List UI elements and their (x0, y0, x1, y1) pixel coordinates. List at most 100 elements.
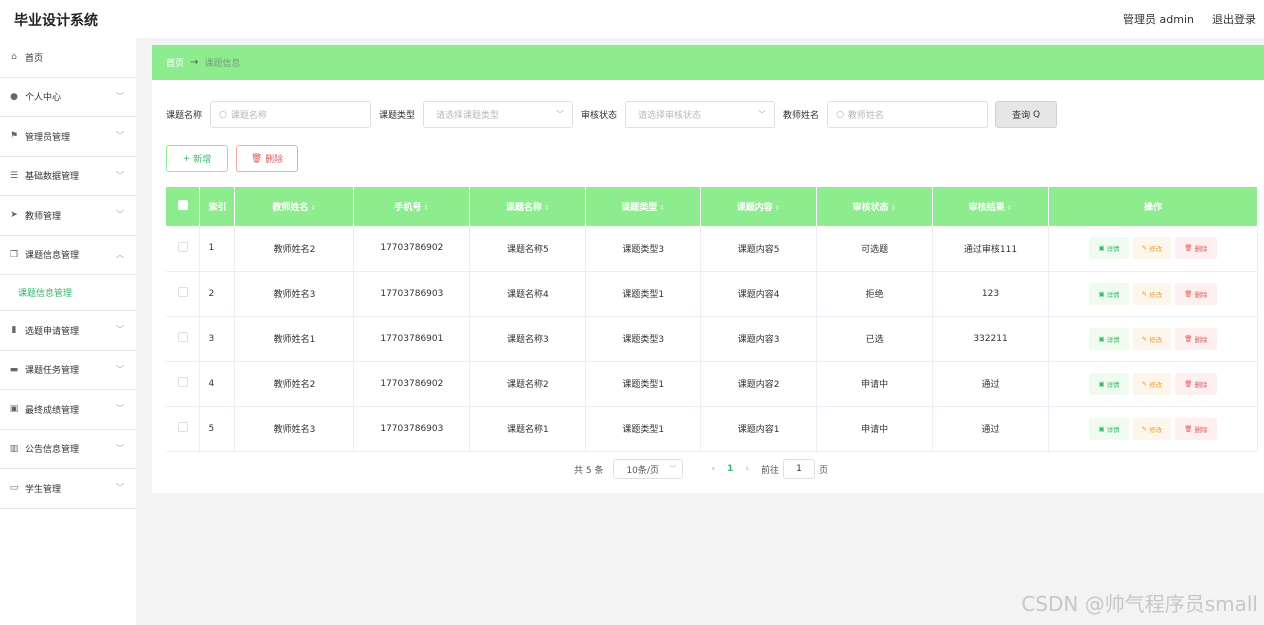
sidebar-item-topic-info[interactable]: ❐ 课题信息管理 ︿ (0, 236, 136, 275)
title-search-input[interactable]: ○ 课题名称 (210, 101, 372, 128)
thumb-icon: ▬ (9, 364, 19, 375)
edit-button[interactable]: ✎ 修改 (1132, 282, 1172, 305)
add-button[interactable]: + 新增 (166, 145, 228, 172)
query-button[interactable]: 查询 Q (995, 101, 1058, 128)
sidebar-item-topic-task[interactable]: ▬ 课题任务管理 ﹀ (0, 351, 136, 390)
page-number[interactable]: 1 (727, 464, 733, 474)
col-topic-name[interactable]: 课题名称 ⇕ (469, 187, 587, 226)
delete-row-button[interactable]: 🗑 删除 (1175, 327, 1217, 350)
table-row: 2 教师姓名3 17703786903 课题名称4 课题类型1 课题内容4 拒绝 123 ▣ 详… (166, 271, 1259, 317)
detail-button[interactable]: ▣ 详情 (1089, 327, 1129, 350)
type-placeholder: 请选择课题类型 (436, 111, 500, 121)
sidebar-item-basic-data[interactable]: ☰ 基础数据管理 ﹀ (0, 157, 136, 196)
status-select[interactable]: 请选择审核状态 ﹀ (625, 101, 776, 128)
goto-unit: 页 (818, 465, 828, 476)
user-icon: ● (10, 91, 18, 102)
sidebar-item-label: 课题任务管理 (25, 366, 80, 377)
cell-topic-content: 课题内容1 (700, 406, 818, 452)
sidebar-subitem-topic-info[interactable]: 课题信息管理 (0, 275, 136, 311)
breadcrumb-home[interactable]: 首页 (166, 56, 184, 69)
sidebar-item-label: 课题信息管理 (25, 251, 80, 262)
page-size-select[interactable]: 10条/页 ﹀ (613, 459, 684, 479)
title-placeholder: 课题名称 (230, 111, 267, 121)
cell-phone: 17703786903 (353, 271, 471, 317)
detail-button[interactable]: ▣ 详情 (1089, 237, 1129, 260)
cell-result: 通过审核111 (932, 226, 1049, 272)
select-all-checkbox[interactable] (166, 187, 201, 226)
delete-button[interactable]: 🗑 删除 (236, 145, 298, 172)
cell-result: 332211 (932, 316, 1049, 362)
goto-label: 前往 (760, 465, 779, 476)
prev-page-button[interactable]: ‹ (711, 464, 715, 474)
edit-button[interactable]: ✎ 修改 (1132, 237, 1172, 260)
cell-topic-name: 课题名称1 (469, 406, 587, 452)
card-icon: ▭ (9, 483, 19, 494)
delete-row-button[interactable]: 🗑 删除 (1175, 417, 1217, 440)
detail-button[interactable]: ▣ 详情 (1089, 417, 1129, 440)
cell-status: 申请中 (816, 406, 934, 452)
sidebar-item-topic-apply[interactable]: ▮ 选题申请管理 ﹀ (0, 311, 136, 351)
sidebar-item-label: 管理员管理 (25, 132, 71, 143)
next-page-button[interactable]: › (745, 464, 749, 474)
copy-icon: ❐ (9, 249, 19, 260)
edit-button[interactable]: ✎ 修改 (1132, 327, 1172, 350)
sidebar-item-notice[interactable]: ▥ 公告信息管理 ﹀ (0, 430, 136, 469)
chevron-down-icon: ﹀ (116, 443, 124, 453)
row-checkbox[interactable] (166, 406, 201, 452)
user-label: 管理员 admin (1123, 13, 1194, 26)
row-checkbox[interactable] (166, 361, 201, 407)
col-topic-type[interactable]: 课题类型 ⇕ (585, 187, 702, 226)
sidebar-item-student[interactable]: ▭ 学生管理 ﹀ (0, 469, 136, 509)
cell-topic-type: 课题类型1 (585, 361, 702, 407)
home-icon: ⌂ (11, 52, 17, 63)
status-placeholder: 请选择审核状态 (638, 111, 702, 121)
col-teacher[interactable]: 教师姓名 ⇕ (234, 187, 355, 226)
col-result[interactable]: 审核结果 ⇕ (932, 187, 1049, 226)
clipboard-icon: ▣ (9, 404, 19, 415)
search-icon: Q (1032, 109, 1041, 120)
breadcrumb-current: 课题信息 (204, 59, 241, 69)
cell-operations: ▣ 详情 ✎ 修改 🗑 删除 (1048, 271, 1259, 317)
total-count: 共 5 条 (574, 465, 604, 476)
edit-button[interactable]: ✎ 修改 (1132, 372, 1172, 395)
sidebar: ⌂ 首页 ● 个人中心 ﹀ ⚑ 管理员管理 ﹀ ☰ 基础数据管理 ﹀ ➤ 教师管理 ﹀ ❐ 课题信息… (0, 38, 136, 625)
sidebar-item-label: 首页 (25, 53, 44, 64)
logout-link[interactable]: 退出登录 (1212, 11, 1256, 27)
row-checkbox[interactable] (166, 226, 201, 272)
cell-topic-type: 课题类型3 (585, 226, 702, 272)
sidebar-item-final-score[interactable]: ▣ 最终成绩管理 ﹀ (0, 390, 136, 430)
cell-phone: 17703786901 (353, 316, 471, 362)
row-checkbox[interactable] (166, 271, 201, 317)
add-label: 新增 (193, 155, 212, 165)
cell-teacher: 教师姓名3 (234, 406, 355, 452)
col-operations: 操作 (1048, 187, 1259, 226)
detail-button[interactable]: ▣ 详情 (1089, 282, 1129, 305)
goto-page-input[interactable]: 1 (782, 459, 815, 479)
col-index: 索引 (199, 187, 236, 226)
cell-topic-content: 课题内容4 (700, 271, 818, 317)
edit-button[interactable]: ✎ 修改 (1132, 417, 1172, 440)
cell-topic-name: 课题名称4 (469, 271, 587, 317)
chevron-up-icon: ︿ (116, 249, 124, 259)
table-row: 1 教师姓名2 17703786902 课题名称5 课题类型3 课题内容5 可选题 通过审核1… (166, 226, 1259, 272)
flag-icon: ⚑ (9, 131, 19, 142)
delete-row-button[interactable]: 🗑 删除 (1175, 372, 1217, 395)
filter-bar: 课题名称 ○ 课题名称 课题类型 请选择课题类型 ﹀ 审核状态 请选择审核状态 ﹀ 教… (166, 101, 1058, 128)
delete-row-button[interactable]: 🗑 删除 (1175, 237, 1217, 260)
chevron-down-icon: ﹀ (116, 325, 124, 334)
type-select[interactable]: 请选择课题类型 ﹀ (423, 101, 574, 128)
col-status[interactable]: 审核状态 ⇕ (816, 187, 934, 226)
detail-button[interactable]: ▣ 详情 (1089, 372, 1129, 395)
delete-row-button[interactable]: 🗑 删除 (1175, 282, 1217, 305)
teacher-filter-label: 教师姓名 (783, 111, 820, 121)
col-topic-content[interactable]: 课题内容 ⇕ (700, 187, 818, 226)
type-filter-label: 课题类型 (379, 111, 416, 121)
row-checkbox[interactable] (166, 316, 201, 362)
col-phone[interactable]: 手机号 ⇕ (353, 187, 471, 226)
teacher-search-input[interactable]: ○ 教师姓名 (827, 101, 989, 128)
sidebar-item-teacher[interactable]: ➤ 教师管理 ﹀ (0, 196, 136, 236)
cell-topic-name: 课题名称3 (469, 316, 587, 362)
sidebar-item-profile[interactable]: ● 个人中心 ﹀ (0, 78, 136, 117)
sidebar-item-admin[interactable]: ⚑ 管理员管理 ﹀ (0, 117, 136, 157)
sidebar-item-home[interactable]: ⌂ 首页 (0, 38, 136, 78)
